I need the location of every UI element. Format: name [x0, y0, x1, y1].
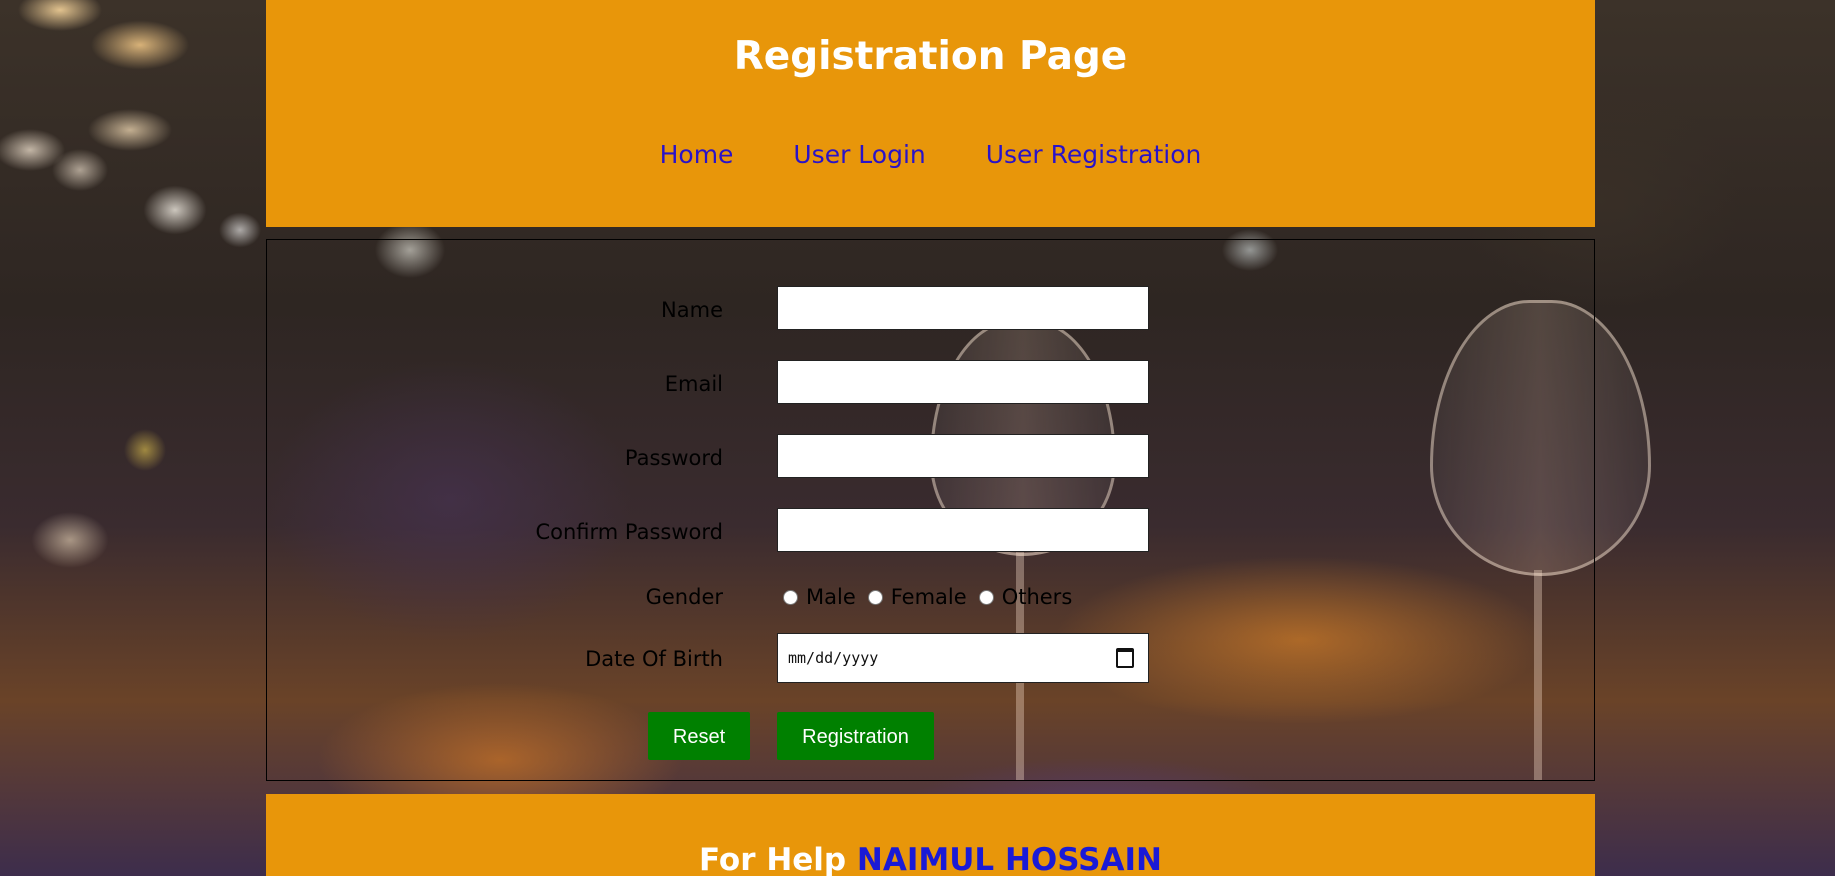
gender-label: Gender [645, 585, 723, 609]
radio-male[interactable] [783, 589, 798, 605]
radio-others[interactable] [978, 589, 994, 605]
gender-option-others[interactable]: Others [978, 582, 1073, 612]
calendar-icon[interactable] [1116, 648, 1134, 668]
confirm-password-row: Confirm Password [267, 508, 1594, 556]
nav-link-home[interactable]: Home [660, 140, 734, 169]
page-header: Registration Page Home User Login User R… [266, 0, 1595, 227]
name-row: Name [267, 286, 1594, 334]
password-input[interactable] [777, 434, 1149, 478]
name-label: Name [661, 298, 723, 322]
gender-row: Gender Male Female Others [267, 580, 1594, 614]
gender-option-label: Female [890, 585, 967, 609]
footer-help: For Help NAIMUL HOSSAIN [266, 840, 1595, 880]
email-input[interactable] [777, 360, 1149, 404]
confirm-password-input[interactable] [777, 508, 1149, 552]
email-label: Email [664, 372, 723, 396]
name-input[interactable] [777, 286, 1149, 330]
footer-help-label: For Help [699, 842, 847, 878]
dob-input[interactable]: mm/dd/yyyy [777, 633, 1149, 683]
nav-link-user-registration[interactable]: User Registration [986, 140, 1202, 169]
radio-female[interactable] [867, 589, 883, 605]
registration-form: Name Email Password Confirm Password Gen… [266, 239, 1595, 781]
gender-option-label: Others [1001, 585, 1073, 609]
dob-row: Date Of Birth mm/dd/yyyy [267, 633, 1594, 685]
registration-button[interactable]: Registration [777, 712, 934, 760]
password-row: Password [267, 434, 1594, 482]
nav-link-user-login[interactable]: User Login [793, 140, 925, 169]
password-label: Password [624, 446, 723, 470]
email-row: Email [267, 360, 1594, 408]
footer-contact-name: NAIMUL HOSSAIN [856, 842, 1162, 878]
gender-radio-group: Male Female Others [783, 582, 1084, 612]
dob-label: Date Of Birth [585, 647, 723, 671]
gender-option-label: Male [806, 585, 856, 609]
confirm-password-label: Confirm Password [535, 520, 723, 544]
gender-option-male[interactable]: Male [783, 582, 856, 612]
main-nav: Home User Login User Registration [266, 138, 1595, 172]
reset-button[interactable]: Reset [648, 712, 750, 760]
page-title: Registration Page [733, 34, 1128, 79]
gender-option-female[interactable]: Female [867, 582, 967, 612]
dob-placeholder: mm/dd/yyyy [788, 649, 879, 667]
page-footer: For Help NAIMUL HOSSAIN [266, 794, 1595, 878]
